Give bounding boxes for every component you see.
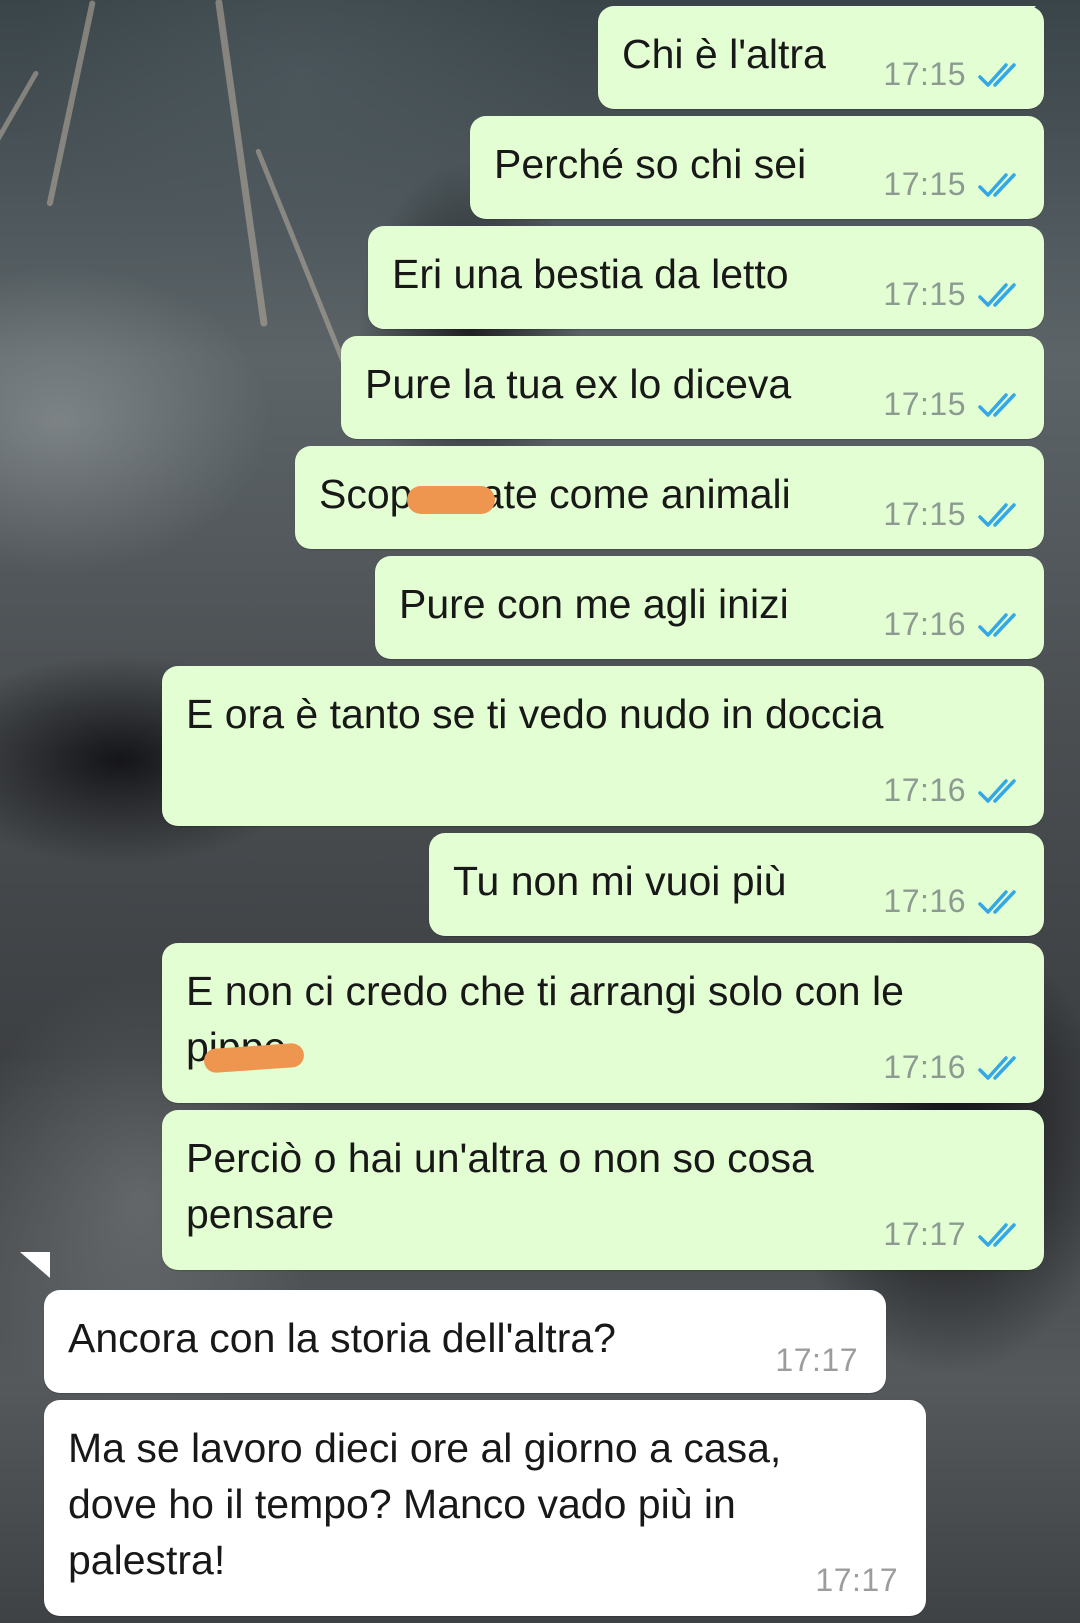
- message-time: 17:15: [883, 166, 966, 202]
- double-check-icon: [978, 172, 1016, 197]
- message-bubble[interactable]: Ma se lavoro dieci ore al giorno a casa,…: [44, 1400, 926, 1616]
- message-meta: 17:15: [883, 166, 1020, 203]
- message-text: Perciò o hai un'altra o non so cosa pens…: [186, 1135, 814, 1237]
- double-check-icon: [978, 1222, 1016, 1247]
- message-text: Pure la tua ex lo diceva: [365, 361, 792, 407]
- bubble-tail: [1010, 6, 1036, 28]
- message-meta: 17:16: [883, 772, 1020, 809]
- message-meta: 17:15: [883, 496, 1020, 533]
- message-meta: 17:17: [815, 1562, 898, 1599]
- message-bubble[interactable]: Eri una bestia da letto 17:15: [368, 226, 1044, 329]
- message-text: Pure con me agli inizi: [399, 581, 789, 627]
- double-check-icon: [978, 778, 1016, 803]
- double-check-icon: [978, 392, 1016, 417]
- message-time: 17:17: [775, 1342, 858, 1378]
- message-text: Chi è l'altra: [622, 31, 826, 77]
- message-time: 17:16: [883, 606, 966, 642]
- message-text: Ancora con la storia dell'altra?: [68, 1315, 616, 1361]
- redaction-mark: [407, 486, 495, 514]
- message-text: Perché so chi sei: [494, 141, 807, 187]
- message-meta: 17:15: [883, 386, 1020, 423]
- message-time: 17:16: [883, 883, 966, 919]
- message-meta: 17:16: [883, 606, 1020, 643]
- message-bubble[interactable]: Pure la tua ex lo diceva 17:15: [341, 336, 1044, 439]
- message-meta: 17:16: [883, 883, 1020, 920]
- message-meta: 17:15: [883, 56, 1020, 93]
- message-bubble[interactable]: Ancora con la storia dell'altra? 17:17: [44, 1290, 886, 1393]
- message-bubble[interactable]: Scop ate come animali 17:15: [295, 446, 1044, 549]
- message-meta: 17:17: [883, 1216, 1020, 1253]
- message-time: 17:17: [883, 1216, 966, 1252]
- message-text: Eri una bestia da letto: [392, 251, 789, 297]
- message-meta: 17:16: [883, 1049, 1020, 1086]
- double-check-icon: [978, 889, 1016, 914]
- message-bubble[interactable]: E non ci credo che ti arrangi solo con l…: [162, 943, 1044, 1103]
- double-check-icon: [978, 1055, 1016, 1080]
- double-check-icon: [978, 282, 1016, 307]
- message-meta: 17:17: [775, 1342, 858, 1379]
- message-bubble[interactable]: Chi è l'altra 17:15: [598, 6, 1044, 109]
- message-time: 17:15: [883, 496, 966, 532]
- message-bubble[interactable]: Tu non mi vuoi più 17:16: [429, 833, 1044, 936]
- message-bubble[interactable]: Perché so chi sei 17:15: [470, 116, 1044, 219]
- double-check-icon: [978, 62, 1016, 87]
- message-text: E ora è tanto se ti vedo nudo in doccia: [186, 691, 884, 737]
- message-time: 17:15: [883, 56, 966, 92]
- message-text: Ma se lavoro dieci ore al giorno a casa,…: [68, 1425, 782, 1583]
- message-meta: 17:15: [883, 276, 1020, 313]
- message-bubble[interactable]: E ora è tanto se ti vedo nudo in doccia …: [162, 666, 1044, 826]
- message-bubble[interactable]: Perciò o hai un'altra o non so cosa pens…: [162, 1110, 1044, 1270]
- message-text: Scop ate come animali: [319, 471, 791, 517]
- message-time: 17:16: [883, 1049, 966, 1085]
- double-check-icon: [978, 502, 1016, 527]
- message-bubble[interactable]: Pure con me agli inizi 17:16: [375, 556, 1044, 659]
- message-time: 17:16: [883, 772, 966, 808]
- message-time: 17:15: [883, 276, 966, 312]
- double-check-icon: [978, 612, 1016, 637]
- message-time: 17:17: [815, 1562, 898, 1598]
- bubble-tail: [20, 1252, 50, 1278]
- message-text: Tu non mi vuoi più: [453, 858, 787, 904]
- message-time: 17:15: [883, 386, 966, 422]
